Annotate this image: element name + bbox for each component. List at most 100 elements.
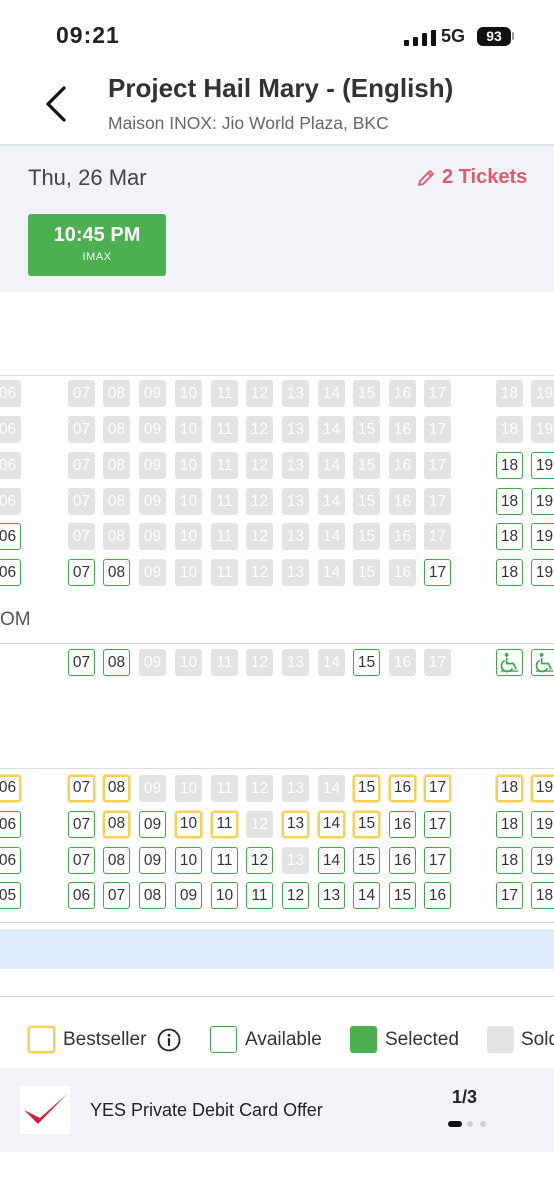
seat-sold: 08 — [103, 488, 130, 515]
section-divider — [0, 768, 554, 769]
seat-avail[interactable]: 19 — [531, 452, 554, 479]
seat-avail[interactable]: 15 — [353, 847, 380, 874]
seat-sold: 15 — [353, 416, 380, 443]
seat-sold: 15 — [353, 380, 380, 407]
seat-avail[interactable]: 17 — [424, 847, 451, 874]
seat-best[interactable]: 13 — [282, 811, 309, 838]
seat-avail[interactable]: 10 — [211, 882, 238, 909]
seat-best[interactable]: 08 — [103, 775, 130, 802]
seat-sold: 15 — [353, 559, 380, 586]
seat-best[interactable]: 08 — [103, 811, 130, 838]
seat-sold: 16 — [389, 380, 416, 407]
seat-avail[interactable]: 06 — [0, 847, 21, 874]
seat-sold: 09 — [139, 523, 166, 550]
wheelchair-seat-icon[interactable] — [531, 649, 554, 676]
seat-avail[interactable]: 07 — [103, 882, 130, 909]
seat-sold: 10 — [175, 775, 202, 802]
show-date: Thu, 26 Mar — [28, 165, 147, 190]
seat-avail[interactable]: 16 — [389, 811, 416, 838]
seat-avail[interactable]: 14 — [318, 847, 345, 874]
seat-sold: 16 — [389, 559, 416, 586]
seat-avail[interactable]: 06 — [68, 882, 95, 909]
seat-avail[interactable]: 18 — [531, 882, 554, 909]
seat-best[interactable]: 18 — [496, 775, 523, 802]
seat-avail[interactable]: 18 — [496, 847, 523, 874]
seat-best[interactable]: 06 — [0, 775, 21, 802]
seat-avail[interactable]: 18 — [496, 811, 523, 838]
seat-avail[interactable]: 17 — [496, 882, 523, 909]
seat-avail[interactable]: 17 — [424, 811, 451, 838]
seat-sold: 09 — [139, 775, 166, 802]
seat-avail[interactable]: 16 — [389, 847, 416, 874]
wheelchair-seat-icon[interactable] — [496, 649, 523, 676]
seat-avail[interactable]: 08 — [103, 847, 130, 874]
seat-sold: 15 — [353, 452, 380, 479]
seat-avail[interactable]: 19 — [531, 488, 554, 515]
seat-avail[interactable]: 07 — [68, 847, 95, 874]
seat-avail[interactable]: 11 — [211, 847, 238, 874]
seat-sold: 09 — [139, 649, 166, 676]
seat-sold: 16 — [389, 649, 416, 676]
seat-avail[interactable]: 18 — [496, 488, 523, 515]
seat-avail[interactable]: 19 — [531, 847, 554, 874]
seat-avail[interactable]: 05 — [0, 882, 21, 909]
seat-avail[interactable]: 17 — [424, 559, 451, 586]
zone-label: OM — [0, 609, 31, 630]
seat-avail[interactable]: 15 — [389, 882, 416, 909]
seat-best[interactable]: 16 — [389, 775, 416, 802]
seat-sold: 10 — [175, 452, 202, 479]
seat-sold: 08 — [103, 380, 130, 407]
offer-text: YES Private Debit Card Offer — [90, 1100, 323, 1120]
seat-avail[interactable]: 12 — [246, 847, 273, 874]
seat-best[interactable]: 07 — [68, 775, 95, 802]
seat-sold: 16 — [389, 452, 416, 479]
seat-avail[interactable]: 08 — [139, 882, 166, 909]
page-title: Project Hail Mary - (English) — [108, 73, 454, 103]
seat-avail[interactable]: 06 — [0, 811, 21, 838]
seat-avail[interactable]: 14 — [353, 882, 380, 909]
seat-avail[interactable]: 18 — [496, 523, 523, 550]
seat-avail[interactable]: 10 — [175, 847, 202, 874]
seat-avail[interactable]: 15 — [353, 649, 380, 676]
yes-bank-logo — [20, 1086, 70, 1134]
seat-avail[interactable]: 11 — [246, 882, 273, 909]
seat-best[interactable]: 11 — [211, 811, 238, 838]
seat-avail[interactable]: 06 — [0, 559, 21, 586]
seat-avail[interactable]: 13 — [318, 882, 345, 909]
seat-avail[interactable]: 18 — [496, 559, 523, 586]
seat-avail[interactable]: 09 — [139, 847, 166, 874]
seat-best[interactable]: 15 — [353, 811, 380, 838]
screen-indicator — [0, 930, 554, 969]
seat-sold: 10 — [175, 523, 202, 550]
seat-avail[interactable]: 12 — [282, 882, 309, 909]
seat-avail[interactable]: 08 — [103, 559, 130, 586]
seat-best[interactable]: 19 — [531, 775, 554, 802]
seat-avail[interactable]: 07 — [68, 811, 95, 838]
seat-avail[interactable]: 07 — [68, 559, 95, 586]
seat-sold: 13 — [282, 380, 309, 407]
seat-sold: 12 — [246, 452, 273, 479]
seat-avail[interactable]: 08 — [103, 649, 130, 676]
seat-avail[interactable]: 16 — [424, 882, 451, 909]
seat-best[interactable]: 10 — [175, 811, 202, 838]
seat-best[interactable]: 14 — [318, 811, 345, 838]
seat-sold: 14 — [318, 416, 345, 443]
seat-avail[interactable]: 06 — [0, 523, 21, 550]
seat-best[interactable]: 17 — [424, 775, 451, 802]
seat-avail[interactable]: 19 — [531, 811, 554, 838]
seat-avail[interactable]: 18 — [496, 452, 523, 479]
seat-sold: 13 — [282, 452, 309, 479]
seat-avail[interactable]: 09 — [139, 811, 166, 838]
info-icon[interactable] — [157, 1028, 181, 1052]
seat-sold: 14 — [318, 649, 345, 676]
seat-avail[interactable]: 07 — [68, 649, 95, 676]
seat-best[interactable]: 15 — [353, 775, 380, 802]
seat-avail[interactable]: 19 — [531, 523, 554, 550]
back-arrow-icon[interactable] — [38, 82, 78, 126]
seat-sold: 07 — [68, 523, 95, 550]
seat-avail[interactable]: 19 — [531, 559, 554, 586]
showtime-button[interactable]: 10:45 PM IMAX — [28, 214, 166, 276]
seat-avail[interactable]: 09 — [175, 882, 202, 909]
legend-sold-swatch — [487, 1026, 514, 1053]
ticket-count-button[interactable]: 2 Tickets — [416, 166, 527, 189]
